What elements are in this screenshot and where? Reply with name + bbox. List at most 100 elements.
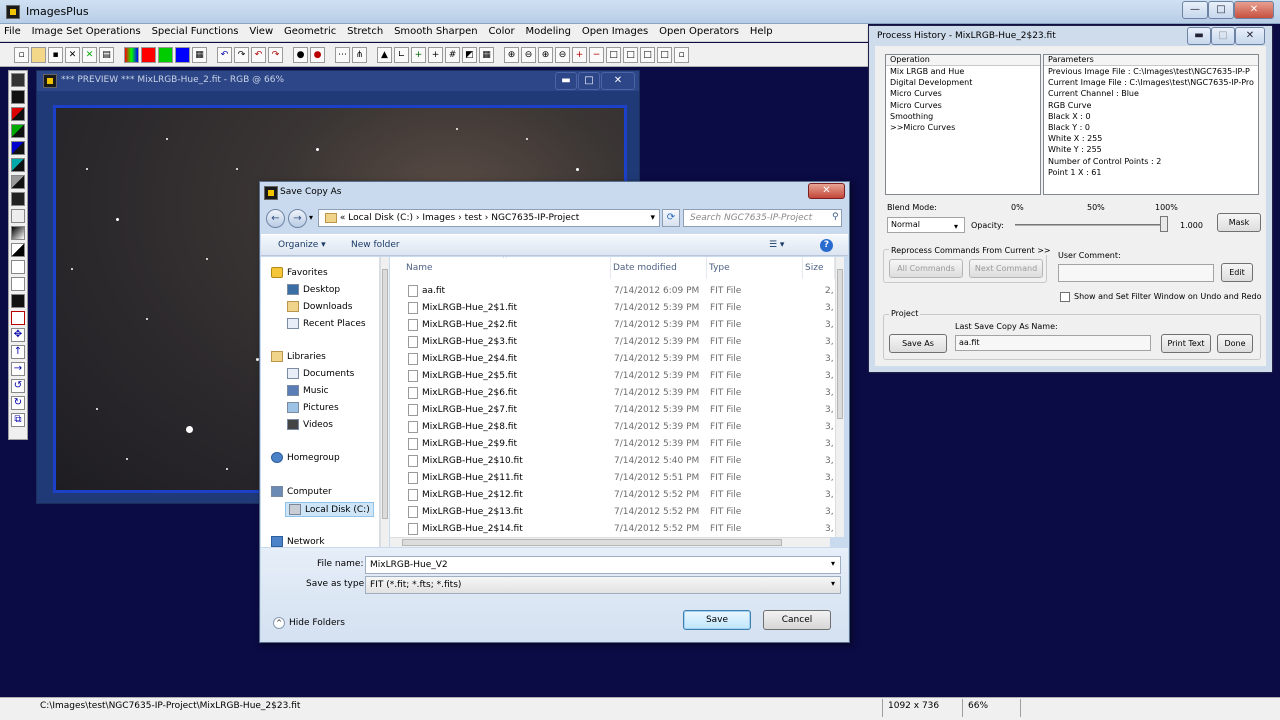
nav-network[interactable]: Network: [271, 536, 325, 547]
frame-1-icon[interactable]: □: [606, 46, 621, 63]
operation-item[interactable]: >>Micro Curves: [886, 122, 1040, 133]
operation-list[interactable]: Operation Mix LRGB and Hue Digital Devel…: [885, 54, 1041, 195]
file-list-vertical-scrollbar[interactable]: [835, 257, 844, 537]
frame-4-icon[interactable]: □: [657, 46, 672, 63]
breadcrumb-project[interactable]: NGC7635-IP-Project: [491, 213, 579, 223]
green-tool-icon[interactable]: [11, 124, 25, 138]
grid-icon[interactable]: #: [445, 46, 460, 63]
zoom-fit-icon[interactable]: ⊕: [538, 46, 553, 63]
bars-tool-icon[interactable]: [11, 277, 25, 291]
all-commands-button[interactable]: All Commands: [889, 259, 963, 278]
forward-icon[interactable]: →: [288, 209, 307, 228]
nav-music[interactable]: Music: [287, 385, 329, 396]
chevron-down-icon[interactable]: ▾: [831, 579, 835, 588]
chart-icon[interactable]: ◩: [462, 46, 477, 63]
levels-icon[interactable]: ▲: [377, 46, 392, 63]
zoom-in-icon[interactable]: ⊕: [504, 46, 519, 63]
nav-computer[interactable]: Computer: [271, 486, 332, 497]
file-row[interactable]: MixLRGB-Hue_2$11.fit 7/14/2012 5:51 PM FIT…: [390, 470, 834, 486]
nav-libraries[interactable]: Libraries: [271, 351, 326, 362]
preview-close-button[interactable]: ✕: [601, 72, 635, 90]
save-button[interactable]: Save: [683, 610, 751, 630]
close-image-icon[interactable]: ✕: [65, 46, 80, 63]
file-row[interactable]: MixLRGB-Hue_2$1.fit 7/14/2012 5:39 PM FIT …: [390, 300, 834, 316]
new-icon[interactable]: ▫: [14, 46, 29, 63]
redo-all-icon[interactable]: ↷: [268, 46, 283, 63]
duplicate-icon[interactable]: ⧉: [11, 413, 25, 427]
menu-stretch[interactable]: Stretch: [343, 24, 387, 39]
operation-item[interactable]: Digital Development: [886, 77, 1040, 88]
nav-documents[interactable]: Documents: [287, 368, 354, 379]
menu-geometric[interactable]: Geometric: [280, 24, 340, 39]
rotate-left-icon[interactable]: ↺: [11, 379, 25, 393]
red-tool-icon[interactable]: [11, 107, 25, 121]
curves-icon[interactable]: ∟: [394, 46, 409, 63]
green-channel-icon[interactable]: [158, 46, 173, 63]
file-row[interactable]: MixLRGB-Hue_2$9.fit 7/14/2012 5:39 PM FIT …: [390, 436, 834, 452]
mono-tool-icon[interactable]: [11, 192, 25, 206]
nav-videos[interactable]: Videos: [287, 419, 333, 430]
select-tool-icon[interactable]: [11, 260, 25, 274]
blue-channel-icon[interactable]: [175, 46, 190, 63]
nav-recent-places[interactable]: Recent Places: [287, 318, 366, 329]
dialog-close-button[interactable]: ✕: [808, 183, 845, 199]
search-icon[interactable]: ⚲: [832, 212, 839, 222]
file-row[interactable]: MixLRGB-Hue_2$10.fit 7/14/2012 5:40 PM FIT…: [390, 453, 834, 469]
move-tool-icon[interactable]: ✥: [11, 328, 25, 342]
table-icon[interactable]: ▦: [479, 46, 494, 63]
tree-icon[interactable]: ⋔: [352, 46, 367, 63]
operation-header[interactable]: Operation: [886, 55, 1040, 66]
gradient-tool-icon[interactable]: [11, 226, 25, 240]
search-input[interactable]: Search NGC7635-IP-Project: [683, 209, 842, 227]
help-icon[interactable]: ?: [820, 239, 833, 252]
menu-view[interactable]: View: [245, 24, 277, 39]
operation-item[interactable]: Smoothing: [886, 111, 1040, 122]
last-save-field[interactable]: aa.fit: [955, 335, 1151, 351]
crop-tool-icon[interactable]: [11, 311, 25, 325]
histogram-icon[interactable]: ▦: [192, 46, 207, 63]
star-mark-icon[interactable]: ●: [310, 46, 325, 63]
operation-item[interactable]: Mix LRGB and Hue: [886, 66, 1040, 77]
menu-open-operators[interactable]: Open Operators: [655, 24, 743, 39]
rotate-right-icon[interactable]: ↻: [11, 396, 25, 410]
ph-minimize-button[interactable]: ▬: [1187, 27, 1211, 45]
chevron-up-icon[interactable]: ^: [273, 617, 285, 629]
operation-item[interactable]: Micro Curves: [886, 100, 1040, 111]
menu-color[interactable]: Color: [484, 24, 518, 39]
plus-box-icon[interactable]: +: [572, 46, 587, 63]
breadcrumb-overflow[interactable]: «: [340, 213, 346, 223]
parameters-header[interactable]: Parameters: [1044, 55, 1258, 66]
column-name[interactable]: Name: [405, 257, 611, 279]
organize-button[interactable]: Organize ▾: [278, 240, 326, 250]
file-row[interactable]: MixLRGB-Hue_2$13.fit 7/14/2012 5:52 PM FIT…: [390, 504, 834, 520]
file-list-horizontal-scrollbar[interactable]: [390, 537, 830, 547]
opacity-slider[interactable]: [1015, 224, 1167, 226]
file-row[interactable]: MixLRGB-Hue_2$8.fit 7/14/2012 5:39 PM FIT …: [390, 419, 834, 435]
menu-open-images[interactable]: Open Images: [578, 24, 652, 39]
crosshair-icon[interactable]: +: [428, 46, 443, 63]
refresh-icon[interactable]: ⟳: [662, 209, 680, 227]
chevron-down-icon[interactable]: ▾: [650, 210, 655, 226]
discard-icon[interactable]: ✕: [82, 46, 97, 63]
save-tool-icon[interactable]: [11, 73, 25, 87]
file-row[interactable]: aa.fit 7/14/2012 6:09 PM FIT File 2,: [390, 283, 834, 299]
diagonal-tool-icon[interactable]: [11, 243, 25, 257]
nav-desktop[interactable]: Desktop: [287, 284, 340, 295]
preview-maximize-button[interactable]: □: [578, 72, 600, 90]
nav-scrollbar[interactable]: [380, 257, 389, 547]
redo-icon[interactable]: ↷: [234, 46, 249, 63]
next-command-button[interactable]: Next Command: [969, 259, 1043, 278]
file-row[interactable]: MixLRGB-Hue_2$5.fit 7/14/2012 5:39 PM FIT …: [390, 368, 834, 384]
add-icon[interactable]: +: [411, 46, 426, 63]
breadcrumb-local-disk[interactable]: Local Disk (C:): [348, 213, 413, 223]
menu-image-set-operations[interactable]: Image Set Operations: [28, 24, 145, 39]
save-icon[interactable]: ▪: [48, 46, 63, 63]
menu-smooth-sharpen[interactable]: Smooth Sharpen: [390, 24, 482, 39]
file-row[interactable]: MixLRGB-Hue_2$3.fit 7/14/2012 5:39 PM FIT …: [390, 334, 834, 350]
menu-special-functions[interactable]: Special Functions: [148, 24, 243, 39]
recent-dropdown-icon[interactable]: ▾: [309, 213, 313, 222]
undo-icon[interactable]: ↶: [217, 46, 232, 63]
frame-2-icon[interactable]: □: [623, 46, 638, 63]
file-name-input[interactable]: MixLRGB-Hue_V2: [365, 556, 841, 574]
close-button[interactable]: ✕: [1234, 1, 1274, 19]
